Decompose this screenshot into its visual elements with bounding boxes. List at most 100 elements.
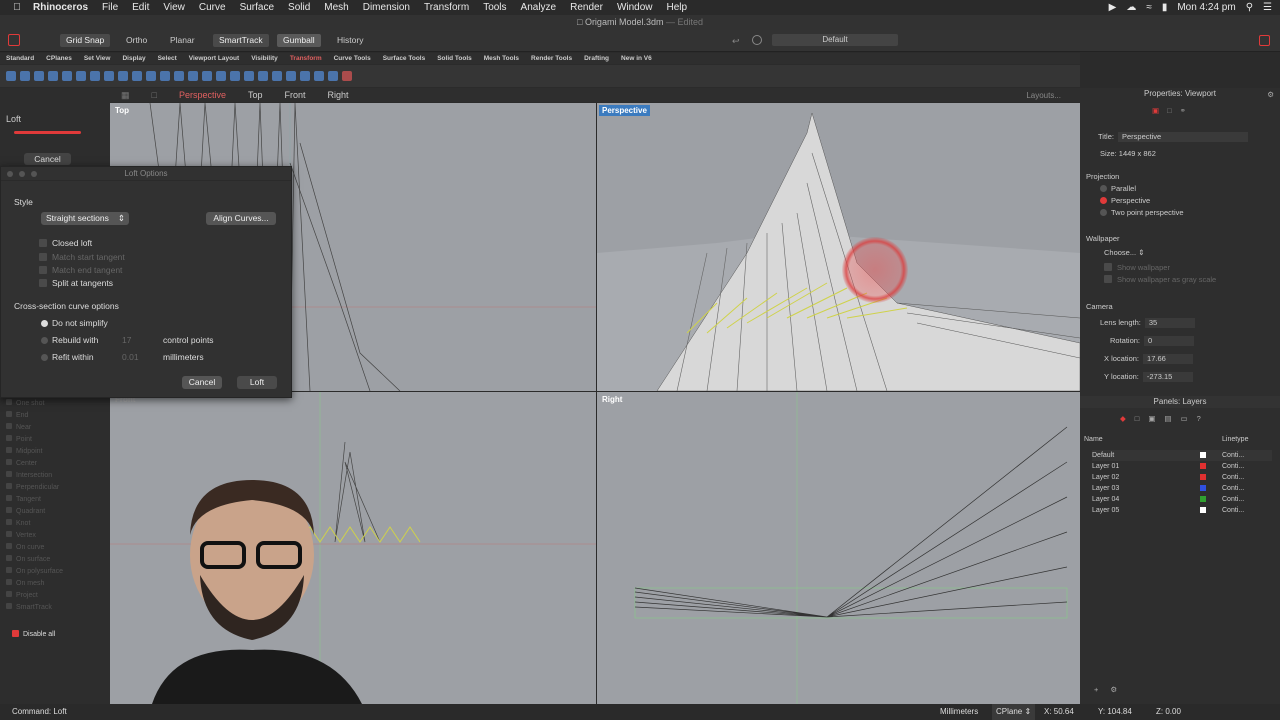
menu-app[interactable]: Rhinoceros (26, 2, 95, 13)
tab-top[interactable]: Top (237, 90, 274, 100)
perspective-radio[interactable]: Perspective (1100, 196, 1150, 205)
layer-color-swatch[interactable] (1200, 485, 1206, 491)
command-line[interactable]: Command: Loft (12, 704, 67, 720)
tab-standard[interactable]: Standard (0, 53, 40, 64)
osnap-item[interactable]: Vertex (6, 530, 63, 542)
rotation-input[interactable]: 0 (1144, 336, 1195, 346)
clock[interactable]: Mon 4:24 pm (1177, 2, 1235, 13)
menu-dimension[interactable]: Dimension (356, 2, 417, 13)
rebuild-with-radio[interactable]: Rebuild with (41, 335, 98, 345)
align-icon[interactable] (188, 71, 198, 81)
tab-cplanes[interactable]: CPlanes (40, 53, 78, 64)
tab-display[interactable]: Display (116, 53, 151, 64)
zoom-icon[interactable] (31, 171, 37, 177)
arrow-icon[interactable] (342, 71, 352, 81)
close-icon[interactable] (7, 171, 13, 177)
apple-icon[interactable]:  (8, 2, 26, 13)
menu-curve[interactable]: Curve (192, 2, 233, 13)
stretch-icon[interactable] (286, 71, 296, 81)
radio-selected-icon[interactable] (41, 320, 48, 327)
display-icon[interactable]: ▭ (1181, 414, 1188, 423)
box-icon[interactable] (104, 71, 114, 81)
scale-icon[interactable] (90, 71, 100, 81)
bend-icon[interactable] (216, 71, 226, 81)
title-input[interactable]: Perspective (1117, 132, 1248, 142)
tab-right[interactable]: Right (317, 90, 360, 100)
osnap-item[interactable]: Near (6, 422, 63, 434)
menu-surface[interactable]: Surface (233, 2, 281, 13)
osnap-item[interactable]: One shot (6, 398, 63, 410)
flow-icon[interactable] (244, 71, 254, 81)
menu-analyze[interactable]: Analyze (514, 2, 564, 13)
parallel-radio[interactable]: Parallel (1100, 184, 1136, 193)
new-layer-icon[interactable]: □ (1135, 414, 1140, 423)
layer-row[interactable]: Layer 01 Conti... (1092, 461, 1272, 472)
grid-icon[interactable] (146, 71, 156, 81)
layer-row[interactable]: Default Conti... (1092, 450, 1272, 461)
xloc-input[interactable]: 17.66 (1143, 354, 1194, 364)
osnap-item[interactable]: Knot (6, 518, 63, 530)
checkbox-icon[interactable] (39, 239, 47, 247)
smooth-icon[interactable] (300, 71, 310, 81)
wallpaper-choose-dropdown[interactable]: Choose... ⇕ (1104, 248, 1145, 257)
do-not-simplify-radio[interactable]: Do not simplify (41, 318, 108, 328)
layer-color-swatch[interactable] (1200, 474, 1206, 480)
osnap-item[interactable]: On polysurface (6, 566, 63, 578)
layer-row[interactable]: Layer 05 Conti... (1092, 505, 1272, 516)
select-icon[interactable] (6, 71, 16, 81)
smarttrack-toggle[interactable]: SmartTrack (213, 34, 269, 47)
orient-icon[interactable] (174, 71, 184, 81)
layer-row[interactable]: Layer 02 Conti... (1092, 472, 1272, 483)
menu-render[interactable]: Render (563, 2, 610, 13)
menu-mesh[interactable]: Mesh (317, 2, 355, 13)
checkbox-icon[interactable] (39, 279, 47, 287)
dialog-loft-button[interactable]: Loft (237, 376, 277, 389)
tab-render-tools[interactable]: Render Tools (525, 53, 578, 64)
taper-icon[interactable] (230, 71, 240, 81)
frame-icon[interactable]: □ (1167, 106, 1172, 115)
add-icon[interactable]: + (1094, 685, 1098, 694)
split-tangents-option[interactable]: Split at tangents (39, 278, 113, 288)
osnap-item[interactable]: Midpoint (6, 446, 63, 458)
viewport-right[interactable]: Right (597, 392, 1080, 704)
grid-layout-icon[interactable]: ▦ (110, 90, 141, 101)
radio-icon[interactable] (1100, 209, 1107, 216)
layer-color-swatch[interactable] (1200, 463, 1206, 469)
back-icon[interactable]: ↩ (732, 36, 740, 47)
cage-icon[interactable] (258, 71, 268, 81)
cloud-icon[interactable]: ☁ (1126, 2, 1136, 13)
disable-all-osnaps[interactable]: Disable all (12, 630, 55, 638)
cplane-dropdown[interactable]: CPlane ⇕ (992, 704, 1036, 720)
menu-solid[interactable]: Solid (281, 2, 317, 13)
menu-transform[interactable]: Transform (417, 2, 476, 13)
tab-solid-tools[interactable]: Solid Tools (431, 53, 478, 64)
osnap-item[interactable]: Intersection (6, 470, 63, 482)
menu-edit[interactable]: Edit (125, 2, 156, 13)
layers-icon[interactable]: ◆ (1120, 414, 1126, 423)
search-icon[interactable]: ⚲ (1246, 2, 1253, 13)
osnap-item[interactable]: Tangent (6, 494, 63, 506)
cube-icon[interactable]: ▣ (1148, 414, 1155, 423)
current-layer-dropdown[interactable]: Default (772, 34, 898, 46)
gear-icon[interactable]: ⚙ (1267, 90, 1274, 99)
osnap-item[interactable]: On mesh (6, 578, 63, 590)
menu-tools[interactable]: Tools (476, 2, 513, 13)
materials-icon[interactable]: ▤ (1164, 414, 1171, 423)
help-icon[interactable]: ? (1197, 414, 1201, 423)
command-cancel-button[interactable]: Cancel (24, 153, 71, 165)
layer-icon[interactable] (752, 35, 762, 45)
tab-drafting[interactable]: Drafting (578, 53, 615, 64)
tab-perspective[interactable]: Perspective (168, 90, 237, 100)
tab-surface-tools[interactable]: Surface Tools (377, 53, 432, 64)
curve-icon[interactable] (48, 71, 58, 81)
point-icon[interactable] (34, 71, 44, 81)
osnap-item[interactable]: On surface (6, 554, 63, 566)
history-toggle[interactable]: History (331, 34, 369, 47)
battery-icon[interactable]: ▮ (1162, 2, 1168, 13)
tab-new-in-v6[interactable]: New in V6 (615, 53, 658, 64)
radio-icon[interactable] (41, 337, 48, 344)
mirror-icon[interactable] (132, 71, 142, 81)
osnap-item[interactable]: Quadrant (6, 506, 63, 518)
refit-within-radio[interactable]: Refit within (41, 352, 94, 362)
rotate-icon[interactable] (76, 71, 86, 81)
